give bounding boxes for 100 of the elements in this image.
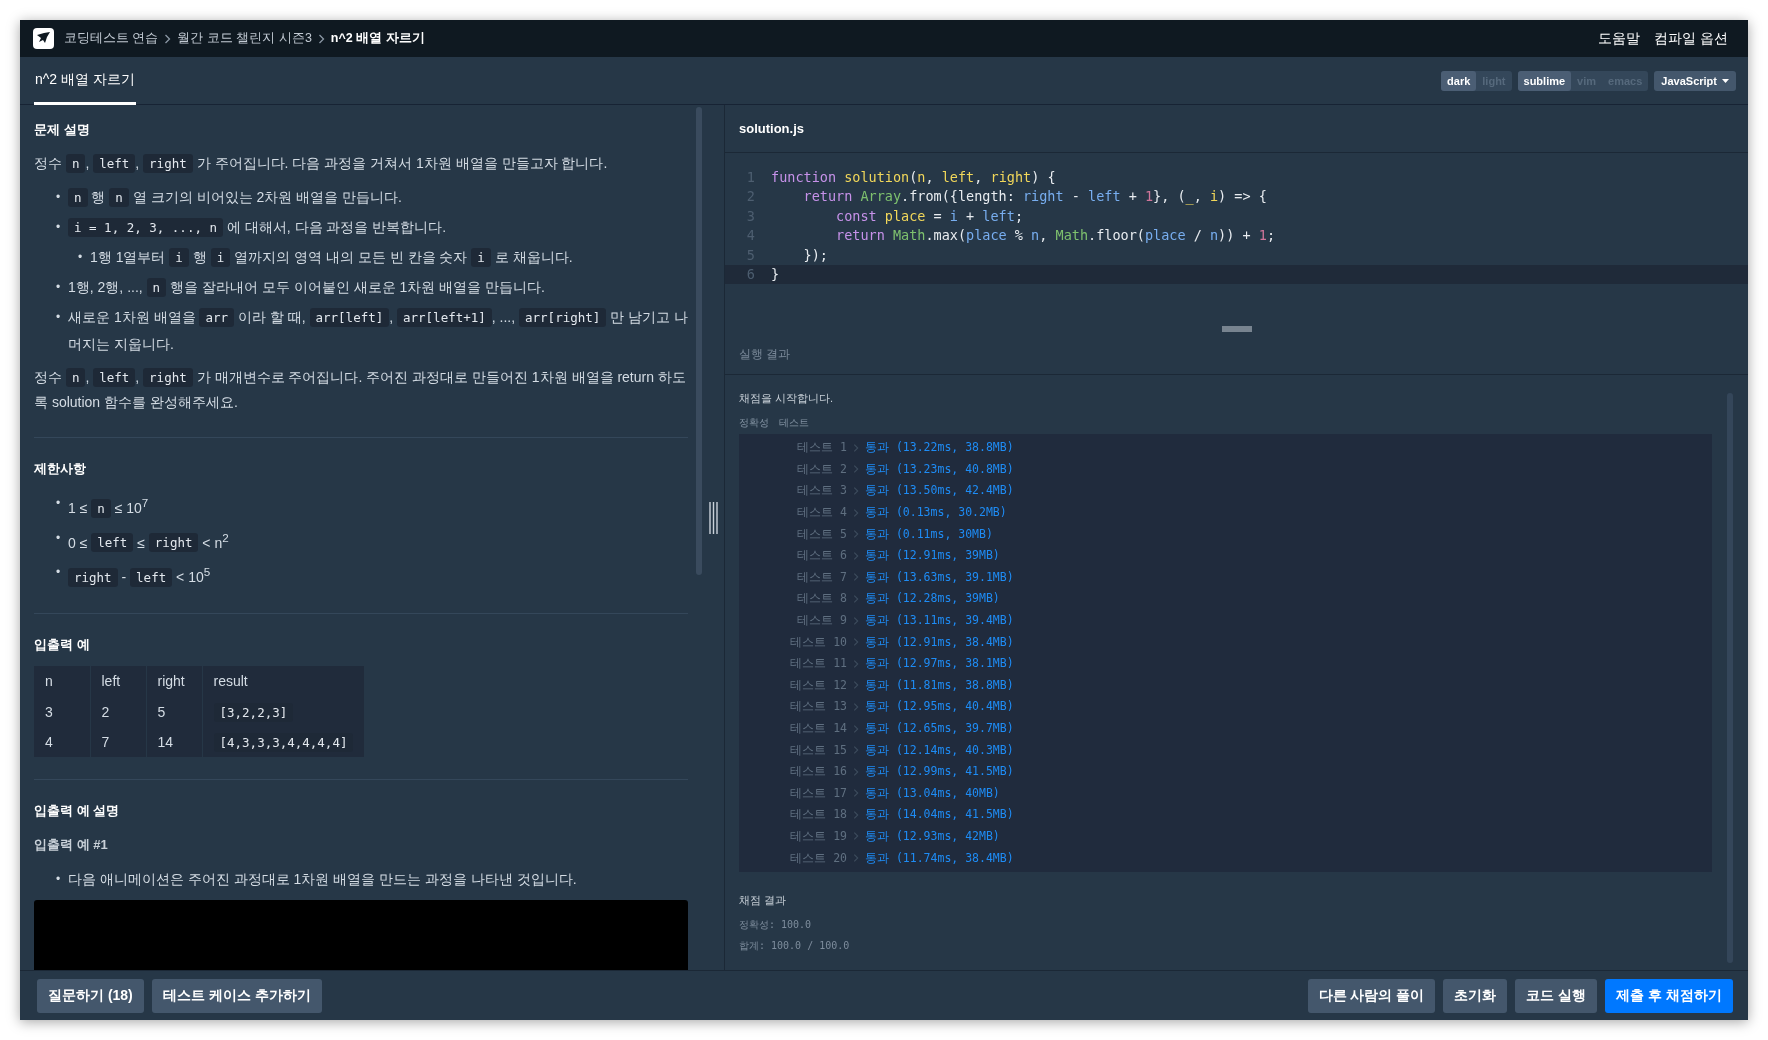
chevron-icon: [853, 766, 859, 777]
test-result: 통과 (13.04ms, 40MB): [865, 785, 1000, 801]
action-button[interactable]: 다른 사람의 풀이: [1307, 978, 1436, 1013]
bullet-mark: •: [56, 564, 62, 582]
test-result: 통과 (11.81ms, 38.8MB): [865, 677, 1014, 693]
list-item: 0 ≤ left ≤ right < n$^{2}$: [68, 529, 230, 555]
resize-handle-icon[interactable]: [1221, 326, 1252, 332]
keymap-option[interactable]: sublime: [1517, 70, 1572, 91]
table-cell: 2: [90, 696, 146, 727]
summary-line: 정확성: 100.0: [739, 917, 813, 932]
test-label: 테스트 17: [789, 785, 847, 801]
logo-icon[interactable]: [33, 28, 54, 49]
list-item: 1행 1열부터 i 행 i 열까지의 영역 내의 모든 빈 칸을 숫자 i 로 채웁니다.: [90, 247, 574, 269]
list-item: i = 1, 2, 3, ..., n 에 대해서, 다음 과정을 반복합니다.: [68, 214, 688, 241]
test-label: 테스트 18: [789, 807, 847, 823]
chevron-icon: [853, 680, 859, 691]
test-label: 테스트 7: [796, 569, 847, 585]
chevron-icon: [853, 442, 859, 453]
breadcrumb-link[interactable]: 월간 코드 챌린지 시즌3: [177, 30, 312, 47]
test-label: 테스트 15: [789, 742, 847, 758]
language-dropdown[interactable]: JavaScript: [1654, 70, 1736, 91]
problem-tab[interactable]: n^2 배열 자르기: [34, 57, 136, 105]
chevron-icon: [853, 464, 859, 475]
chevron-icon: [853, 701, 859, 712]
test-result: 통과 (12.14ms, 40.3MB): [865, 742, 1014, 758]
subheading: 입출력 예 #1: [34, 835, 109, 854]
summary-heading: 채점 결과: [739, 893, 787, 908]
bullet-mark: •: [56, 495, 62, 512]
chevron-icon: [853, 809, 859, 820]
test-result: 통과 (12.65ms, 39.7MB): [865, 721, 1014, 736]
chevron-icon: [853, 745, 859, 756]
test-result: 통과 (12.93ms, 42MB): [865, 829, 1000, 844]
breadcrumb-link[interactable]: n^2 배열 자르기: [330, 30, 425, 47]
chevron-icon: [853, 788, 859, 799]
test-label: 테스트 19: [789, 829, 847, 844]
paragraph: 정수 n , left , right 가 매개변수로 주어집니다. 주어진 과정대로 만들어진 1차원 배열을 return 하도록 solution 함수를 완성해주세요.: [34, 367, 687, 412]
test-result: 통과 (12.95ms, 40.4MB): [865, 699, 1014, 715]
paragraph: 정수 n , left , right 가 주어집니다. 다음 과정을 거쳐서 1차원 배열을 만들고자 합니다.: [34, 153, 609, 175]
group-label: 테스트: [779, 416, 809, 430]
top-link[interactable]: 컴파일 옵션: [1654, 29, 1728, 48]
chevron-icon: [164, 33, 172, 44]
chevron-icon: [853, 853, 859, 864]
section-heading: 문제 설명: [34, 121, 91, 139]
test-result: 통과 (0.13ms, 30.2MB): [865, 505, 1007, 521]
bullet-mark: •: [56, 219, 62, 236]
breadcrumb-link[interactable]: 코딩테스트 연습: [64, 30, 159, 47]
action-button[interactable]: 초기화: [1443, 978, 1508, 1013]
test-result: 통과 (13.63ms, 39.1MB): [865, 569, 1014, 585]
list-item: right - left < 10$^{5}$: [68, 559, 688, 591]
chevron-icon: [853, 550, 859, 561]
action-button[interactable]: 코드 실행: [1515, 978, 1598, 1013]
test-label: 테스트 11: [789, 656, 847, 672]
list-item: n 행 n 열 크기의 비어있는 2차원 배열을 만듭니다.: [68, 184, 688, 211]
test-label: 테스트 13: [789, 699, 847, 715]
section-heading: 입출력 예: [34, 635, 91, 654]
table-cell: 4: [34, 726, 90, 757]
table-cell: 14: [146, 726, 202, 757]
test-label: 테스트 5: [796, 526, 847, 542]
test-result: 통과 (14.04ms, 41.5MB): [865, 807, 1014, 823]
test-label: 테스트 20: [789, 850, 847, 866]
summary-line: 합계: 100.0 / 100.0: [739, 938, 851, 953]
theme-option[interactable]: dark: [1441, 70, 1477, 91]
test-label: 테스트 4: [796, 505, 847, 521]
column-header: result: [202, 665, 365, 697]
test-label: 테스트 8: [796, 591, 847, 607]
test-result: 통과 (13.22ms, 38.8MB): [865, 440, 1014, 456]
file-name: solution.js: [739, 121, 804, 136]
bullet-mark: •: [56, 279, 62, 296]
test-label: 테스트 10: [789, 634, 847, 650]
action-button[interactable]: 제출 후 채점하기: [1605, 978, 1733, 1013]
action-button[interactable]: 질문하기 (18): [37, 978, 144, 1013]
chevron-icon: [317, 33, 325, 44]
chevron-icon: [853, 572, 859, 583]
list-item: 다음 애니메이션은 주어진 과정대로 1차원 배열을 만드는 과정을 나타낸 것입니다.: [68, 869, 578, 889]
top-link[interactable]: 도움말: [1598, 29, 1641, 48]
test-result: 통과 (12.91ms, 38.4MB): [865, 634, 1014, 650]
action-button[interactable]: 테스트 케이스 추가하기: [151, 978, 322, 1013]
section-heading: 입출력 예 설명: [34, 801, 121, 820]
test-result: 통과 (13.11ms, 39.4MB): [865, 613, 1014, 629]
column-header: right: [146, 665, 202, 697]
chevron-icon: [853, 658, 859, 669]
test-result: 통과 (13.23ms, 40.8MB): [865, 461, 1014, 477]
list-item: 새로운 1차원 배열을 arr 이라 할 때, arr[left] , arr[left+1] , ..., arr[right] 만 남기고 나머지는 지웁니다.: [68, 307, 688, 354]
bullet-mark: •: [56, 309, 62, 326]
test-label: 테스트 9: [796, 613, 847, 629]
test-result: 통과 (13.50ms, 42.4MB): [865, 483, 1014, 499]
test-label: 테스트 3: [796, 483, 847, 499]
bullet-mark: •: [56, 189, 62, 206]
list-item: 1 ≤ n ≤ 10$^{7}$: [68, 495, 150, 520]
test-result: 통과 (12.97ms, 38.1MB): [865, 656, 1014, 672]
resize-handle-icon[interactable]: [708, 501, 718, 534]
list-item: 1행, 2행, ..., n 행을 잘라내어 모두 이어붙인 새로운 1차원 배열을 만듭니다.: [68, 277, 546, 299]
chevron-icon: [853, 486, 859, 496]
chevron-icon: [853, 637, 859, 648]
test-label: 테스트 2: [796, 461, 847, 477]
table-cell: 7: [90, 726, 146, 757]
test-label: 테스트 16: [789, 764, 847, 780]
section-heading: 제한사항: [34, 460, 87, 478]
table-cell: 5: [146, 696, 202, 727]
chevron-icon: [853, 507, 859, 518]
